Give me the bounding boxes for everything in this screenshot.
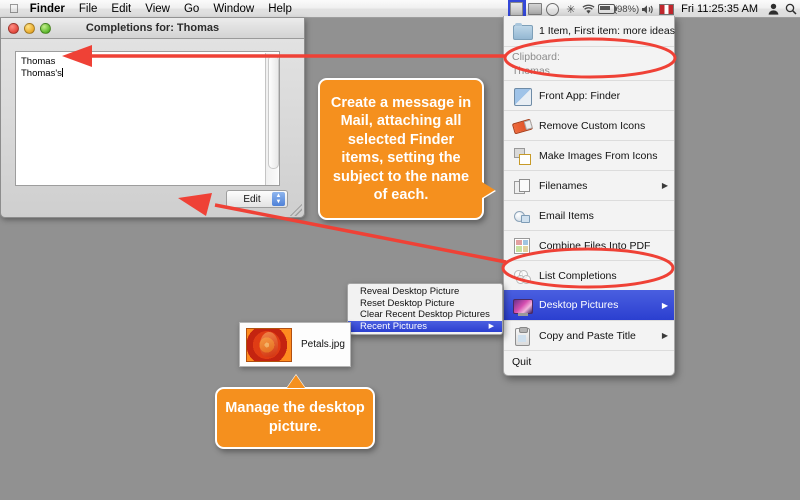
submenu-item-reveal-desktop-picture[interactable]: Reveal Desktop Picture bbox=[348, 286, 502, 298]
pdf-icon bbox=[512, 236, 532, 256]
menu-item-label: Copy and Paste Title bbox=[539, 329, 636, 342]
completion-line-2-row: Thomas's bbox=[21, 68, 274, 80]
recent-picture-popup[interactable]: Petals.jpg bbox=[239, 322, 351, 367]
callout-tail bbox=[287, 375, 305, 388]
callout-tail bbox=[482, 182, 495, 198]
filenames-icon bbox=[512, 176, 532, 196]
menu-item-copy-and-paste-title[interactable]: Copy and Paste Title ▶ bbox=[504, 320, 674, 350]
menu-item-combine-files-into-pdf[interactable]: Combine Files Into PDF bbox=[504, 230, 674, 260]
desktop-screen:  Finder File Edit View Go Window Help ✳… bbox=[0, 0, 800, 500]
menu-go[interactable]: Go bbox=[177, 0, 206, 18]
menu-finder[interactable]: Finder bbox=[23, 0, 72, 18]
menu-item-label: 1 Item, First item: more ideas bbox=[539, 25, 675, 37]
callout-create-mail-message: Create a message in Mail, attaching all … bbox=[318, 78, 495, 220]
apple-logo-icon[interactable]:  bbox=[9, 2, 19, 15]
callout-text: Manage the desktop picture. bbox=[225, 400, 365, 435]
desktop-pictures-submenu[interactable]: Reveal Desktop Picture Reset Desktop Pic… bbox=[347, 283, 503, 335]
menu-item-label: Filenames bbox=[539, 179, 588, 192]
submenu-item-recent-pictures[interactable]: Recent Pictures ▶ bbox=[348, 320, 502, 332]
menu-edit[interactable]: Edit bbox=[104, 0, 138, 18]
menu-view[interactable]: View bbox=[138, 0, 177, 18]
menu-item-email-items[interactable]: Email Items bbox=[504, 200, 674, 230]
script-menu-dropdown[interactable]: 1 Item, First item: more ideas Clipboard… bbox=[503, 16, 675, 376]
submenu-item-clear-recent-desktop-pictures[interactable]: Clear Recent Desktop Pictures bbox=[348, 309, 502, 321]
spotlight-search-icon[interactable] bbox=[782, 0, 800, 18]
submenu-item-label: Clear Recent Desktop Pictures bbox=[360, 309, 490, 320]
chevron-right-icon: ▶ bbox=[661, 300, 668, 310]
completion-line-1: Thomas bbox=[21, 56, 56, 67]
menu-help[interactable]: Help bbox=[261, 0, 299, 18]
make-images-icon bbox=[512, 146, 532, 166]
clipboard-label: Clipboard: bbox=[512, 51, 560, 63]
callout-text: Create a message in Mail, attaching all … bbox=[330, 94, 472, 204]
menu-item-label: Desktop Pictures bbox=[539, 299, 619, 311]
menu-item-front-app[interactable]: Front App: Finder bbox=[504, 80, 674, 110]
menu-item-label: Remove Custom Icons bbox=[539, 119, 646, 132]
email-icon bbox=[512, 206, 532, 226]
window-controls bbox=[8, 22, 51, 34]
menu-window[interactable]: Window bbox=[206, 0, 261, 18]
list-completions-icon bbox=[512, 266, 532, 286]
folder-icon bbox=[512, 21, 533, 41]
submenu-item-label: Reveal Desktop Picture bbox=[360, 286, 460, 297]
completion-line-2: Thomas's bbox=[21, 68, 62, 79]
close-button[interactable] bbox=[8, 22, 19, 34]
menu-item-filenames[interactable]: Filenames ▶ bbox=[504, 170, 674, 200]
zoom-button[interactable] bbox=[40, 22, 51, 34]
clipboard-icon bbox=[512, 326, 532, 346]
chevron-updown-icon: ▲ ▼ bbox=[272, 192, 285, 206]
menu-item-label: Make Images From Icons bbox=[539, 149, 658, 162]
scrollbar-thumb[interactable] bbox=[268, 55, 279, 169]
picture-filename-label: Petals.jpg bbox=[301, 339, 345, 350]
minimize-button[interactable] bbox=[24, 22, 35, 34]
menu-item-first-item[interactable]: 1 Item, First item: more ideas bbox=[504, 16, 675, 46]
eraser-icon bbox=[511, 116, 534, 136]
window-body: Thomas Thomas's Edit ▲ ▼ bbox=[1, 39, 304, 217]
user-account-icon[interactable] bbox=[764, 0, 782, 18]
completions-window[interactable]: Completions for: Thomas Thomas Thomas's … bbox=[0, 18, 305, 218]
finder-icon bbox=[512, 86, 532, 106]
submenu-item-reset-desktop-picture[interactable]: Reset Desktop Picture bbox=[348, 298, 502, 310]
menu-bar-clock[interactable]: Fri 11:25:35 AM bbox=[675, 0, 764, 18]
completions-text-area[interactable]: Thomas Thomas's bbox=[15, 51, 280, 186]
menu-file[interactable]: File bbox=[72, 0, 105, 18]
window-title-bar[interactable]: Completions for: Thomas bbox=[1, 18, 304, 39]
menu-item-make-images-from-icons[interactable]: Make Images From Icons bbox=[504, 140, 674, 170]
vertical-scrollbar[interactable] bbox=[265, 53, 279, 185]
menu-bar:  Finder File Edit View Go Window Help ✳… bbox=[0, 0, 800, 18]
menu-item-label: Email Items bbox=[539, 209, 594, 222]
menu-item-label: Front App: Finder bbox=[539, 89, 621, 102]
menu-item-label: List Completions bbox=[539, 269, 617, 282]
chevron-right-icon: ▶ bbox=[661, 181, 668, 190]
menu-item-desktop-pictures[interactable]: Desktop Pictures ▶ bbox=[504, 290, 674, 320]
desktop-pictures-icon bbox=[512, 295, 533, 316]
callout-manage-desktop-picture: Manage the desktop picture. bbox=[215, 375, 375, 449]
menu-item-remove-custom-icons[interactable]: Remove Custom Icons bbox=[504, 110, 674, 140]
submenu-item-label: Reset Desktop Picture bbox=[360, 297, 455, 309]
menu-item-quit[interactable]: Quit bbox=[504, 350, 674, 372]
chevron-right-icon: ▶ bbox=[661, 331, 668, 340]
battery-percent-label: (98%) bbox=[613, 3, 640, 15]
menu-item-list-completions[interactable]: List Completions bbox=[504, 260, 674, 290]
menu-item-clipboard: Clipboard: Thomas bbox=[504, 46, 674, 80]
edit-popup-button[interactable]: Edit ▲ ▼ bbox=[226, 190, 288, 208]
menu-item-label: Combine Files Into PDF bbox=[539, 239, 651, 252]
petals-thumbnail-icon bbox=[246, 327, 292, 362]
window-resize-grip[interactable] bbox=[290, 204, 302, 216]
text-caret bbox=[61, 68, 63, 77]
clipboard-value: Thomas bbox=[512, 65, 550, 77]
submenu-item-label: Recent Pictures bbox=[360, 320, 428, 332]
menu-item-label: Quit bbox=[512, 355, 532, 368]
chevron-right-icon: ▶ bbox=[488, 322, 494, 330]
